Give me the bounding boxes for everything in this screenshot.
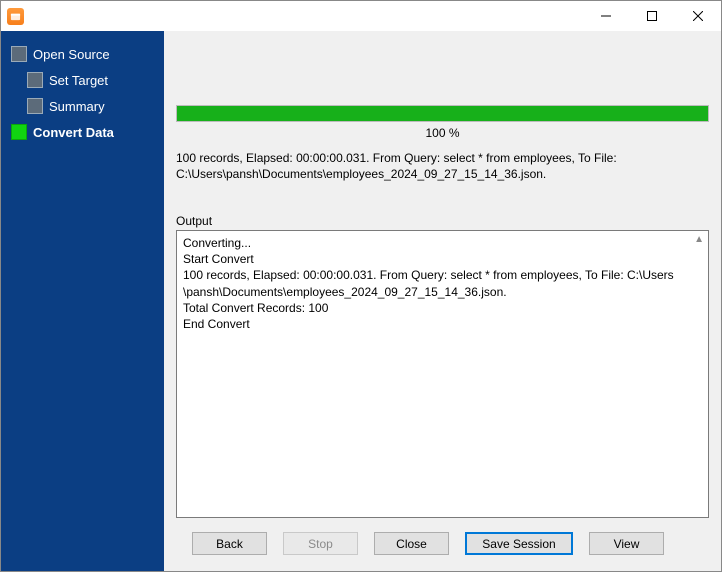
app-window: Open Source Set Target Summary Convert D… — [0, 0, 722, 572]
button-bar: Back Stop Close Save Session View — [176, 518, 709, 563]
step-active-icon — [11, 124, 27, 140]
step-icon — [27, 98, 43, 114]
nav-label: Summary — [49, 99, 105, 114]
output-line: End Convert — [183, 316, 702, 332]
titlebar — [1, 1, 721, 31]
output-textarea[interactable]: ▲ Converting... Start Convert 100 record… — [176, 230, 709, 518]
output-line: Start Convert — [183, 251, 702, 267]
output-label: Output — [176, 214, 709, 228]
app-icon — [7, 8, 24, 25]
minimize-button[interactable] — [583, 1, 629, 31]
close-button[interactable]: Close — [374, 532, 449, 555]
stop-button: Stop — [283, 532, 358, 555]
progress-fill — [177, 106, 708, 121]
back-button[interactable]: Back — [192, 532, 267, 555]
conversion-summary: 100 records, Elapsed: 00:00:00.031. From… — [176, 150, 709, 184]
summary-line: C:\Users\pansh\Documents\employees_2024_… — [176, 166, 709, 182]
output-line: Total Convert Records: 100 — [183, 300, 702, 316]
progress-percent: 100 % — [176, 126, 709, 140]
output-line: Converting... — [183, 235, 702, 251]
step-icon — [11, 46, 27, 62]
main-panel: 100 % 100 records, Elapsed: 00:00:00.031… — [164, 31, 721, 571]
output-line: \pansh\Documents\employees_2024_09_27_15… — [183, 284, 702, 300]
scroll-up-icon[interactable]: ▲ — [694, 233, 704, 247]
save-session-button[interactable]: Save Session — [465, 532, 573, 555]
window-controls — [583, 1, 721, 31]
nav-label: Convert Data — [33, 125, 114, 140]
view-button[interactable]: View — [589, 532, 664, 555]
body: Open Source Set Target Summary Convert D… — [1, 31, 721, 571]
nav-summary[interactable]: Summary — [1, 93, 164, 119]
nav-set-target[interactable]: Set Target — [1, 67, 164, 93]
output-line: 100 records, Elapsed: 00:00:00.031. From… — [183, 267, 702, 283]
nav-open-source[interactable]: Open Source — [1, 41, 164, 67]
nav-convert-data[interactable]: Convert Data — [1, 119, 164, 145]
progress-bar — [176, 105, 709, 122]
nav-label: Set Target — [49, 73, 108, 88]
wizard-sidebar: Open Source Set Target Summary Convert D… — [1, 31, 164, 571]
spacer — [176, 41, 709, 105]
close-window-button[interactable] — [675, 1, 721, 31]
step-icon — [27, 72, 43, 88]
summary-line: 100 records, Elapsed: 00:00:00.031. From… — [176, 150, 709, 166]
nav-label: Open Source — [33, 47, 110, 62]
maximize-button[interactable] — [629, 1, 675, 31]
